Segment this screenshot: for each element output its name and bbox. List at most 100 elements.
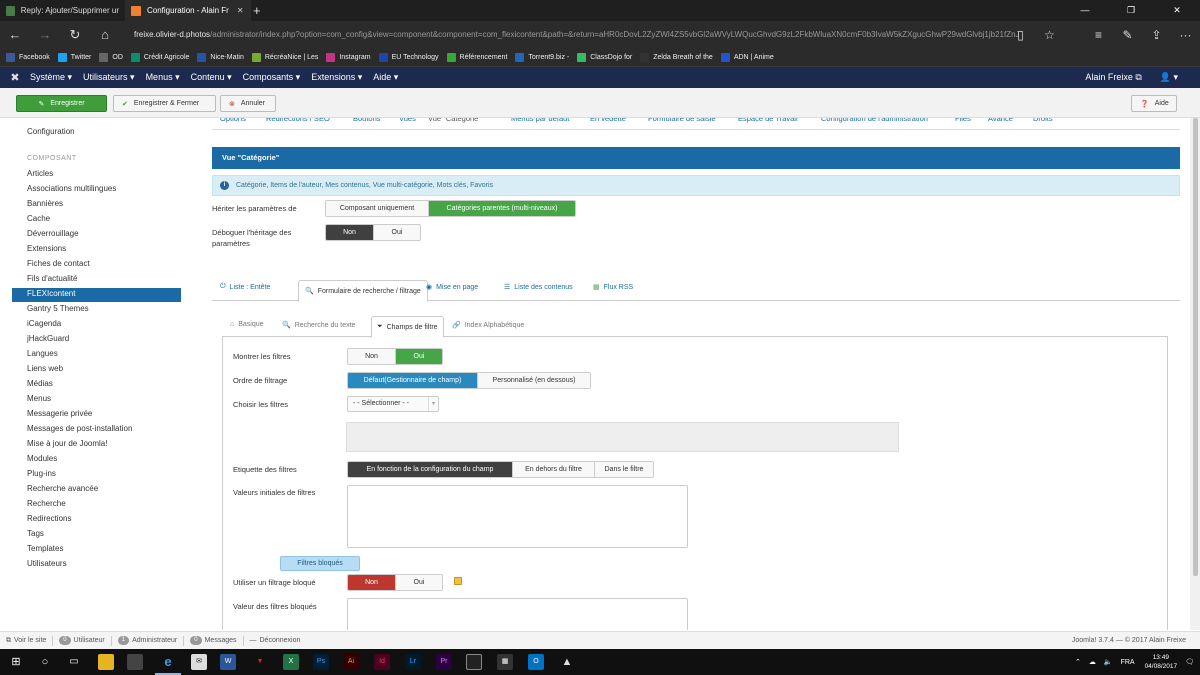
indesign-icon[interactable]: Id bbox=[374, 654, 390, 670]
browser-tab-reply[interactable]: Reply: Ajouter/Supprimer ur bbox=[0, 0, 125, 21]
user-link[interactable]: Alain Freixe ⧉ bbox=[1085, 67, 1141, 88]
order-default[interactable]: Défaut(Gestionnaire de champ) bbox=[348, 373, 478, 388]
reading-view-icon[interactable]: ▯ bbox=[1006, 28, 1035, 42]
config-tab[interactable]: Droits bbox=[1033, 118, 1053, 123]
config-tab[interactable]: Avancé bbox=[988, 118, 1013, 123]
sidebar-item[interactable]: Messagerie privée bbox=[27, 409, 92, 418]
sidebar-item[interactable]: Déverrouillage bbox=[27, 229, 79, 238]
save-button[interactable]: ✎ Enregistrer bbox=[16, 95, 107, 112]
order-custom[interactable]: Personnalisé (en dessous) bbox=[478, 373, 590, 388]
favorite-link[interactable]: ADN | Anime bbox=[720, 52, 774, 62]
inherit-option-parents[interactable]: Catégories parentes (multi-niveaux) bbox=[429, 201, 575, 216]
sidebar-item[interactable]: Fiches de contact bbox=[27, 259, 90, 268]
scrollbar-thumb[interactable] bbox=[1193, 118, 1198, 576]
sidebar-item[interactable]: Langues bbox=[27, 349, 58, 358]
web-note-icon[interactable]: ✎ bbox=[1113, 28, 1142, 42]
favorite-link[interactable]: Crédit Agricole bbox=[130, 52, 189, 62]
sidebar-item[interactable]: Tags bbox=[27, 529, 44, 538]
word-icon[interactable]: W bbox=[220, 654, 236, 670]
sidebar-item[interactable]: Recherche bbox=[27, 499, 66, 508]
label-outside-filter[interactable]: En dehors du filtre bbox=[513, 462, 595, 477]
view-sub-tab[interactable]: 🔍 Formulaire de recherche / filtrage bbox=[298, 280, 428, 302]
windows-start-icon[interactable]: ⊞ bbox=[8, 654, 24, 670]
file-explorer-icon[interactable] bbox=[98, 654, 114, 670]
sidebar-item[interactable]: Articles bbox=[27, 169, 53, 178]
browser-tab-configuration[interactable]: Configuration - Alain Fr ✕ bbox=[125, 0, 251, 21]
help-button[interactable]: ❓ Aide bbox=[1131, 95, 1177, 112]
label-inside-filter[interactable]: Dans le filtre bbox=[595, 462, 653, 477]
maximize-icon[interactable]: ❐ bbox=[1108, 0, 1154, 21]
excel-icon[interactable]: X bbox=[283, 654, 299, 670]
task-view-icon[interactable]: ▭ bbox=[66, 654, 82, 670]
sidebar-item[interactable]: Fils d'actualité bbox=[27, 274, 77, 283]
sidebar-title[interactable]: Configuration bbox=[27, 127, 75, 136]
app-icon[interactable] bbox=[466, 654, 482, 670]
admin-menu-item[interactable]: Système ▾ bbox=[30, 72, 72, 83]
home-icon[interactable]: ⌂ bbox=[90, 27, 120, 42]
sidebar-item[interactable]: Redirections bbox=[27, 514, 71, 523]
language-indicator[interactable]: FRA bbox=[1121, 659, 1135, 666]
premiere-icon[interactable]: Pr bbox=[436, 654, 452, 670]
forward-icon[interactable]: → bbox=[30, 27, 60, 42]
more-icon[interactable]: ··· bbox=[1171, 28, 1200, 42]
config-tab[interactable]: Files bbox=[955, 118, 971, 123]
sidebar-item[interactable]: Recherche avancée bbox=[27, 484, 98, 493]
sidebar-item[interactable]: Modules bbox=[27, 454, 57, 463]
favorite-link[interactable]: Zelda Breath of the bbox=[640, 52, 713, 62]
favorite-star-icon[interactable]: ☆ bbox=[1035, 28, 1064, 42]
page-scrollbar[interactable] bbox=[1190, 118, 1200, 630]
minimize-icon[interactable]: — bbox=[1062, 0, 1108, 21]
volume-icon[interactable]: 🔈 bbox=[1104, 658, 1113, 666]
sidebar-item[interactable]: Templates bbox=[27, 544, 63, 553]
admin-menu-item[interactable]: Utilisateurs ▾ bbox=[83, 72, 135, 83]
store-icon[interactable] bbox=[127, 654, 143, 670]
view-site-link[interactable]: ⧉ Voir le site bbox=[6, 637, 46, 645]
show-hidden-icons[interactable]: ⌃ bbox=[1075, 658, 1081, 666]
config-tab[interactable]: Vues bbox=[399, 118, 416, 123]
close-tab-icon[interactable]: ✕ bbox=[237, 6, 244, 15]
favorite-link[interactable]: Torrent9.biz - bbox=[515, 52, 569, 62]
sidebar-item[interactable]: Associations multilingues bbox=[27, 184, 116, 193]
notifications-icon[interactable]: 🗨 bbox=[1185, 658, 1194, 666]
search-icon[interactable]: ○ bbox=[37, 654, 53, 670]
calculator-icon[interactable]: ▦ bbox=[497, 654, 513, 670]
initial-values-textarea[interactable] bbox=[347, 485, 688, 548]
label-by-field-config[interactable]: En fonction de la configuration du champ bbox=[348, 462, 513, 477]
favorite-link[interactable]: Nice-Matin bbox=[197, 52, 244, 62]
favorite-link[interactable]: Référencement bbox=[446, 52, 507, 62]
config-tab[interactable]: Menus par défaut bbox=[511, 118, 569, 123]
admins-status[interactable]: 1 Administrateur bbox=[117, 636, 177, 645]
clock[interactable]: 13:49 04/08/2017 bbox=[1145, 653, 1178, 671]
config-tab[interactable]: En vedette bbox=[590, 118, 626, 123]
config-tab[interactable]: Redirections / SEO bbox=[266, 118, 330, 123]
logout-link[interactable]: — Déconnexion bbox=[250, 637, 301, 644]
share-icon[interactable]: ⇪ bbox=[1142, 28, 1171, 42]
favorite-link[interactable]: EU Technology bbox=[378, 52, 439, 62]
sidebar-item[interactable]: FLEXIcontent bbox=[27, 289, 75, 298]
search-form-tab[interactable]: ⏷ Champs de filtre bbox=[371, 316, 444, 338]
sidebar-item[interactable]: jHackGuard bbox=[27, 334, 69, 343]
favorite-link[interactable]: OD bbox=[99, 52, 123, 62]
admin-menu-item[interactable]: Contenu ▾ bbox=[191, 72, 232, 83]
view-sub-tab[interactable]: ⏻ Liste : Entête bbox=[220, 283, 270, 291]
new-tab-button[interactable]: + bbox=[253, 3, 261, 18]
sidebar-item[interactable]: Mise à jour de Joomla! bbox=[27, 439, 107, 448]
close-window-icon[interactable]: ✕ bbox=[1154, 0, 1200, 21]
sidebar-item[interactable]: Messages de post-installation bbox=[27, 424, 132, 433]
outlook-icon[interactable]: O bbox=[528, 654, 544, 670]
admin-menu-item[interactable]: Aide ▾ bbox=[373, 72, 398, 83]
view-sub-tab[interactable]: ☰ Liste des contenus bbox=[504, 283, 573, 292]
config-tab[interactable]: Vue "Catégorie" bbox=[428, 118, 481, 123]
config-tab[interactable]: Espace de Travail bbox=[738, 118, 798, 123]
sidebar-item[interactable]: Liens web bbox=[27, 364, 63, 373]
choose-filters-select[interactable]: - - Sélectionner - - ▾ bbox=[347, 396, 439, 412]
mail-icon[interactable]: ✉ bbox=[191, 654, 207, 670]
illustrator-icon[interactable]: Ai bbox=[343, 654, 359, 670]
config-tab[interactable]: Formulaire de saisie bbox=[648, 118, 716, 123]
refresh-icon[interactable]: ↻ bbox=[60, 27, 90, 43]
url-field[interactable]: freixe.olivier-d.photos/administrator/in… bbox=[134, 30, 1034, 39]
config-tab[interactable]: Boutons bbox=[353, 118, 381, 123]
sidebar-item[interactable]: Plug-ins bbox=[27, 469, 56, 478]
lightroom-icon[interactable]: Lr bbox=[405, 654, 421, 670]
photos-icon[interactable]: ▲ bbox=[559, 654, 575, 670]
